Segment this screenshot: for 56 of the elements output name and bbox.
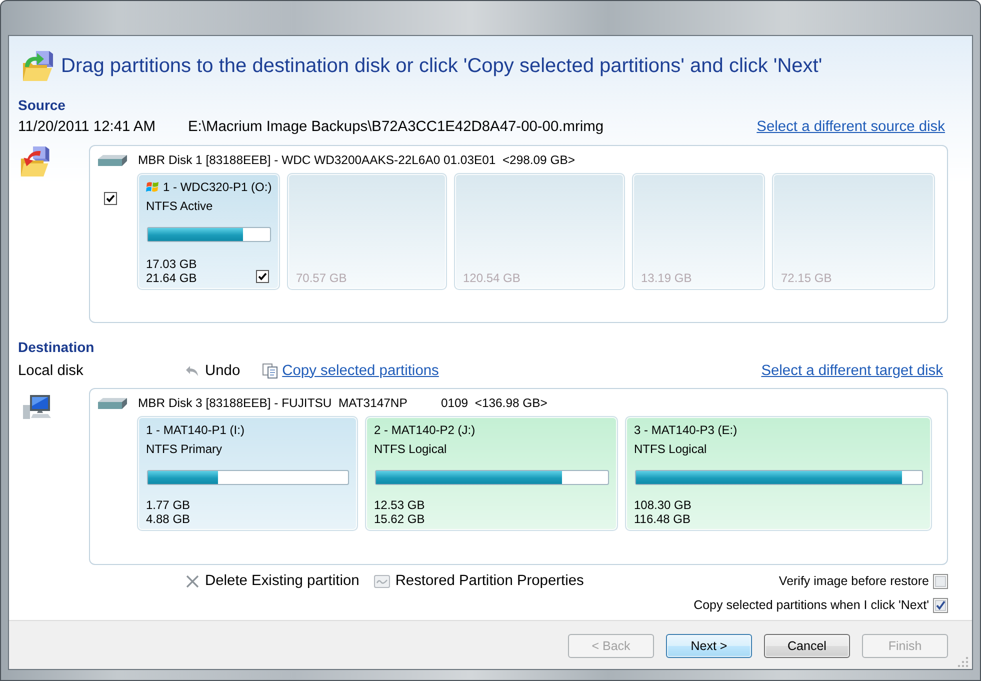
wizard-button[interactable]: Next > bbox=[666, 634, 752, 658]
delete-partition-button[interactable]: Delete Existing partition bbox=[185, 573, 360, 589]
disk-label: MBR Disk 1 [83188EEB] - WDC WD3200AAKS-22L6A0 01.03E01 <298.09 GB> bbox=[138, 153, 575, 167]
page-title: Drag partitions to the destination disk or click 'Copy selected partitions' and click 'Next' bbox=[61, 54, 822, 78]
properties-icon bbox=[374, 574, 390, 588]
checkbox[interactable] bbox=[933, 598, 948, 612]
partition-size: 70.57 GB bbox=[296, 271, 347, 285]
partition-size: 72.15 GB bbox=[781, 271, 832, 285]
used-space: 1.77 GB bbox=[146, 498, 190, 512]
partition-name: 1 - WDC320-P1 (O:) bbox=[163, 180, 272, 194]
checkbox[interactable] bbox=[104, 192, 117, 205]
disk-label: MBR Disk 3 [83188EEB] - FUJITSU MAT3147NP 0109 <136.98 GB> bbox=[138, 396, 548, 410]
folder-arrow-icon bbox=[20, 145, 52, 178]
partition-type: NTFS Primary bbox=[146, 441, 223, 457]
computer-icon bbox=[22, 394, 52, 420]
used-space: 12.53 GB bbox=[374, 498, 425, 512]
partition-type: NTFS Logical bbox=[374, 441, 448, 457]
wizard-button[interactable]: Cancel bbox=[764, 634, 850, 658]
hard-drive-icon bbox=[97, 396, 128, 410]
backup-date: 11/20/2011 12:41 AM bbox=[18, 118, 156, 134]
used-space: 17.03 GB bbox=[146, 257, 197, 271]
partition-size: 15.62 GB bbox=[374, 512, 425, 526]
select-target-link[interactable]: Select a different target disk bbox=[761, 362, 943, 378]
option-label: Verify image before restore bbox=[778, 574, 929, 588]
checkbox[interactable] bbox=[933, 574, 948, 588]
partition-size: 21.64 GB bbox=[146, 271, 197, 285]
partition-name: 3 - MAT140-P3 (E:) bbox=[634, 423, 738, 437]
partition-type: NTFS Logical bbox=[634, 441, 708, 457]
image-file-path: E:\Macrium Image Backups\B72A3CC1E42D8A47-00-00.mrimg bbox=[188, 118, 604, 134]
checkbox[interactable] bbox=[256, 270, 269, 283]
partition-size: 120.54 GB bbox=[463, 271, 520, 285]
option-label: Copy selected partitions when I click 'Next' bbox=[694, 598, 929, 612]
partition-card[interactable]: 1 - WDC320-P1 (O:) NTFS Active 17.03 GB 21.64 GB bbox=[137, 173, 280, 290]
copy-partitions-link[interactable]: Copy selected partitions bbox=[262, 362, 439, 378]
folder-arrow-icon bbox=[22, 50, 56, 82]
partition-size: 116.48 GB bbox=[634, 512, 692, 526]
partition-name: 2 - MAT140-P2 (J:) bbox=[374, 423, 476, 437]
used-space: 108.30 GB bbox=[634, 498, 692, 512]
partition-card[interactable]: 1 - MAT140-P1 (I:) NTFS Primary 1.77 GB 4.88 GB bbox=[137, 416, 358, 531]
partition-type: NTFS Active bbox=[146, 198, 214, 214]
select-source-link[interactable]: Select a different source disk bbox=[756, 118, 945, 134]
cross-icon bbox=[185, 574, 200, 588]
partition-card[interactable]: 2 - MAT140-P2 (J:) NTFS Logical 12.53 GB 15.62 GB bbox=[365, 416, 618, 531]
resize-grip-icon bbox=[957, 656, 969, 668]
partition-size: 13.19 GB bbox=[641, 271, 692, 285]
partition-name: 1 - MAT140-P1 (I:) bbox=[146, 423, 244, 437]
undo-button[interactable]: Undo bbox=[185, 362, 240, 378]
partition-properties-button[interactable]: Restored Partition Properties bbox=[374, 573, 584, 589]
section-heading: Destination bbox=[18, 339, 96, 356]
hard-drive-icon bbox=[97, 154, 128, 166]
copy-icon bbox=[262, 362, 278, 378]
undo-icon bbox=[185, 364, 199, 376]
partition-card[interactable]: 3 - MAT140-P3 (E:) NTFS Logical 108.30 GB 116.48 GB bbox=[625, 416, 932, 531]
partition-size: 4.88 GB bbox=[146, 512, 190, 526]
section-heading: Source bbox=[18, 97, 66, 114]
disk-type-label: Local disk bbox=[18, 362, 84, 378]
